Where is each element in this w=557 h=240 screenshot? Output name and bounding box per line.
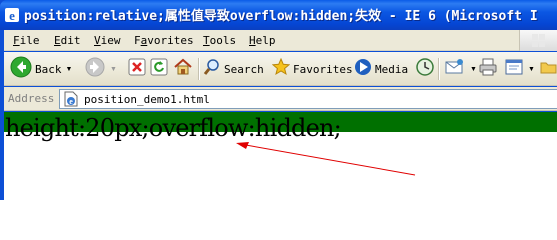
media-icon [354, 58, 372, 81]
mail-icon [444, 57, 466, 82]
address-value: position_demo1.html [84, 93, 210, 106]
search-icon [203, 58, 221, 81]
search-label: Search [224, 62, 264, 76]
printer-icon [478, 57, 498, 82]
menu-file[interactable]: File [13, 34, 40, 47]
forward-button[interactable]: ▼ [84, 57, 117, 81]
print-button[interactable] [478, 57, 498, 81]
menu-tools[interactable]: Tools [203, 34, 236, 47]
svg-text:e: e [9, 8, 15, 23]
standard-toolbar: Back ▼ ▼ Search Favorites Media ▼ ▼ [4, 52, 557, 86]
home-icon [173, 57, 193, 82]
folder-icon [540, 59, 557, 80]
red-arrow-annotation [236, 142, 416, 176]
address-input[interactable]: e position_demo1.html [59, 89, 557, 109]
history-button[interactable] [415, 57, 435, 81]
forward-dropdown-icon[interactable]: ▼ [110, 66, 117, 73]
back-dropdown-icon[interactable]: ▼ [66, 66, 73, 73]
menu-edit[interactable]: Edit [54, 34, 81, 47]
menu-bar: File Edit View Favorites Tools Help [4, 30, 557, 51]
menu-help[interactable]: Help [249, 34, 276, 47]
stop-button[interactable] [128, 57, 146, 81]
media-button[interactable]: Media [354, 57, 408, 81]
favorites-button[interactable]: Favorites [271, 57, 353, 81]
address-label: Address [8, 92, 55, 105]
toolbar-separator [438, 58, 439, 80]
search-button[interactable]: Search [203, 57, 264, 81]
edit-page-icon [504, 57, 524, 82]
home-button[interactable] [173, 57, 193, 81]
title-bar[interactable]: e position:relative;属性值导致overflow:hidden… [0, 0, 557, 30]
page-viewport: height:20px;overflow:hidden; [4, 112, 557, 200]
folder-button[interactable] [540, 57, 557, 81]
html-file-icon: e [63, 91, 79, 112]
back-arrow-icon [10, 56, 32, 83]
mail-button[interactable]: ▼ [444, 57, 477, 81]
history-icon [415, 57, 435, 82]
menu-favorites[interactable]: Favorites [134, 34, 194, 47]
window-title: position:relative;属性值导致overflow:hidden;失… [24, 9, 538, 24]
windows-logo-icon [519, 30, 557, 51]
back-label: Back [35, 62, 62, 76]
address-bar: Address e position_demo1.html [4, 87, 557, 111]
mail-dropdown-icon[interactable]: ▼ [470, 66, 477, 73]
svg-text:e: e [69, 97, 73, 106]
ie6-window: e position:relative;属性值导致overflow:hidden… [0, 0, 557, 200]
ie-logo-icon: e [4, 7, 20, 23]
stop-icon [128, 58, 146, 81]
favorites-label: Favorites [293, 62, 353, 76]
favorites-star-icon [271, 57, 291, 81]
refresh-button[interactable] [150, 57, 168, 81]
refresh-icon [150, 58, 168, 81]
edit-button[interactable]: ▼ [504, 57, 535, 81]
back-button[interactable]: Back ▼ [10, 56, 73, 83]
edit-dropdown-icon[interactable]: ▼ [528, 66, 535, 73]
media-label: Media [375, 62, 409, 76]
toolbar-separator [198, 58, 199, 80]
menu-view[interactable]: View [94, 34, 121, 47]
forward-arrow-icon [84, 56, 106, 83]
